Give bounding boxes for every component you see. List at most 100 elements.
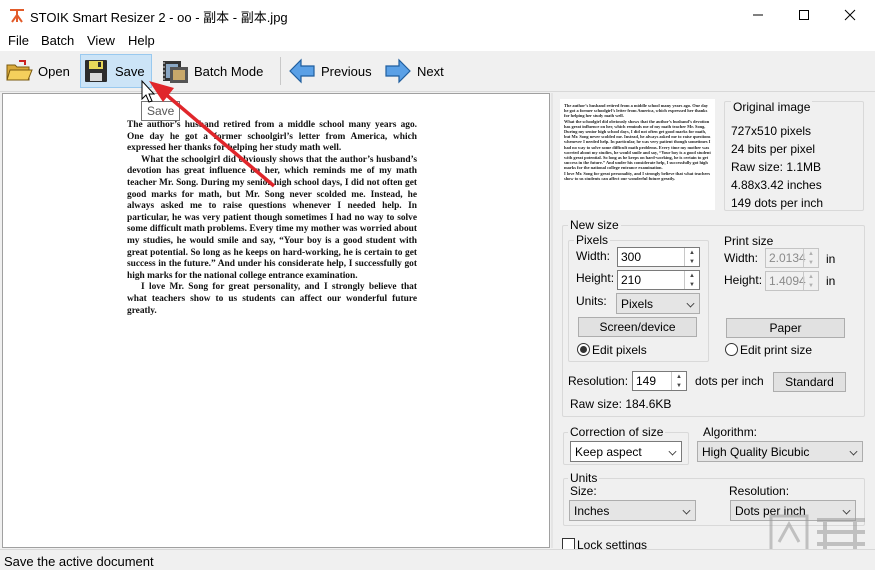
edit-pixels-radio[interactable] — [577, 343, 590, 356]
panel-splitter[interactable] — [551, 93, 553, 548]
menu-batch[interactable]: Batch — [41, 33, 74, 48]
height-label: Height: — [576, 271, 615, 285]
chevron-down-icon — [682, 506, 691, 515]
height-value: 210 — [621, 273, 642, 287]
spin-down-icon[interactable]: ▼ — [685, 257, 699, 266]
spin-down-icon[interactable]: ▼ — [804, 258, 818, 267]
units-resolution-label: Resolution: — [729, 484, 790, 498]
print-height-value: 1.4094 — [769, 274, 806, 288]
status-text: Save the active document — [4, 554, 154, 569]
close-icon — [844, 9, 856, 21]
print-width-unit: in — [826, 252, 836, 266]
print-height-unit: in — [826, 274, 836, 288]
standard-button[interactable]: Standard — [773, 372, 846, 392]
units-size-select[interactable]: Inches — [569, 500, 696, 521]
algorithm-value: High Quality Bicubic — [702, 445, 810, 459]
original-dpi: 149 dots per inch — [731, 196, 824, 210]
minimize-button[interactable] — [735, 0, 781, 30]
spin-up-icon[interactable]: ▲ — [804, 249, 818, 258]
print-height-label: Height: — [724, 273, 763, 287]
save-button[interactable]: Save — [80, 54, 152, 88]
toolbar: Open Save Batch Mode Previous Next — [0, 51, 875, 92]
status-bar: Save the active document — [0, 549, 875, 570]
resolution-value: 149 — [636, 374, 657, 388]
chevron-down-icon — [668, 447, 677, 456]
algorithm-label: Algorithm: — [703, 425, 758, 439]
maximize-icon — [799, 10, 809, 20]
width-spinner[interactable]: 300 ▲ ▼ — [617, 247, 700, 267]
arrow-right-icon — [383, 56, 413, 86]
spin-up-icon[interactable]: ▲ — [685, 248, 699, 257]
edit-print-size-radio[interactable] — [725, 343, 738, 356]
open-button[interactable]: Open — [4, 54, 76, 88]
menu-view[interactable]: View — [87, 33, 115, 48]
correction-value: Keep aspect — [575, 445, 642, 459]
next-button[interactable]: Next — [383, 54, 449, 88]
spin-down-icon[interactable]: ▼ — [672, 381, 686, 390]
thumbnail-paragraph: I love Mr. Song for great personality, a… — [564, 170, 711, 181]
batch-mode-button[interactable]: Batch Mode — [160, 54, 275, 88]
menu-help[interactable]: Help — [128, 33, 155, 48]
spin-down-icon[interactable]: ▼ — [804, 281, 818, 290]
save-label: Save — [115, 63, 145, 79]
document-paragraph: What the schoolgirl did obviously shows … — [127, 154, 417, 281]
thumbnail-preview: The author’s husband retired from a midd… — [560, 99, 715, 210]
height-spinner[interactable]: 210 ▲ ▼ — [617, 270, 700, 290]
units-size-label: Size: — [570, 484, 597, 498]
original-bits: 24 bits per pixel — [731, 142, 816, 156]
original-image-title: Original image — [731, 100, 813, 114]
app-logo-icon — [10, 9, 24, 23]
thumbnail-paragraph: The author’s husband retired from a midd… — [564, 103, 708, 119]
print-width-spinner[interactable]: 2.0134 ▲ ▼ — [765, 248, 819, 268]
paper-button[interactable]: Paper — [726, 318, 845, 338]
new-size-title: New size — [568, 218, 621, 232]
window-title: STOIK Smart Resizer 2 - oo - 副本 - 副本.jpg — [30, 10, 288, 25]
units-size-value: Inches — [574, 504, 610, 518]
spin-up-icon[interactable]: ▲ — [685, 271, 699, 280]
algorithm-select[interactable]: High Quality Bicubic — [697, 441, 863, 462]
film-reel-icon — [160, 56, 190, 86]
pixels-title: Pixels — [574, 233, 611, 247]
toolbar-separator — [280, 57, 281, 85]
original-image-group: Original image 727x510 pixels 24 bits pe… — [724, 100, 864, 211]
screen-device-button[interactable]: Screen/device — [578, 317, 697, 337]
batch-mode-label: Batch Mode — [194, 63, 264, 79]
original-pixels: 727x510 pixels — [731, 124, 812, 138]
title-bar: STOIK Smart Resizer 2 - oo - 副本 - 副本.jpg — [0, 0, 875, 30]
original-raw-size: Raw size: 1.1MB — [731, 160, 822, 174]
units-select[interactable]: Pixels — [616, 293, 700, 314]
spin-up-icon[interactable]: ▲ — [804, 272, 818, 281]
next-label: Next — [417, 63, 444, 79]
width-value: 300 — [621, 250, 642, 264]
edit-print-size-label: Edit print size — [740, 343, 813, 357]
minimize-icon — [753, 14, 763, 16]
spin-down-icon[interactable]: ▼ — [685, 280, 699, 289]
previous-label: Previous — [321, 63, 372, 79]
open-label: Open — [38, 63, 70, 79]
new-raw-size: Raw size: 184.6KB — [570, 397, 672, 411]
menu-file[interactable]: File — [8, 33, 29, 48]
open-folder-icon — [4, 56, 34, 86]
original-inches: 4.88x3.42 inches — [731, 178, 822, 192]
save-tooltip: Save — [141, 101, 181, 121]
resolution-label: Resolution: — [568, 374, 629, 388]
maximize-button[interactable] — [781, 0, 827, 30]
spin-up-icon[interactable]: ▲ — [672, 372, 686, 381]
edit-pixels-label: Edit pixels — [592, 343, 647, 357]
chevron-down-icon — [849, 447, 858, 456]
width-label: Width: — [576, 249, 611, 263]
print-height-spinner[interactable]: 1.4094 ▲ ▼ — [765, 271, 819, 291]
document-paragraph: I love Mr. Song for great personality, a… — [127, 282, 417, 316]
print-size-title: Print size — [724, 234, 774, 248]
floppy-disk-icon — [81, 56, 111, 86]
chevron-down-icon — [686, 299, 695, 308]
document-image: The author’s husband retired from a midd… — [127, 120, 417, 317]
resolution-spinner[interactable]: 149 ▲ ▼ — [632, 371, 687, 391]
correction-title: Correction of size — [568, 425, 666, 439]
menu-bar: File Batch View Help — [0, 30, 875, 51]
dpi-label: dots per inch — [695, 374, 764, 388]
correction-select[interactable]: Keep aspect — [570, 441, 682, 462]
previous-button[interactable]: Previous — [287, 54, 375, 88]
close-button[interactable] — [827, 0, 873, 30]
units-label: Units: — [576, 294, 607, 308]
